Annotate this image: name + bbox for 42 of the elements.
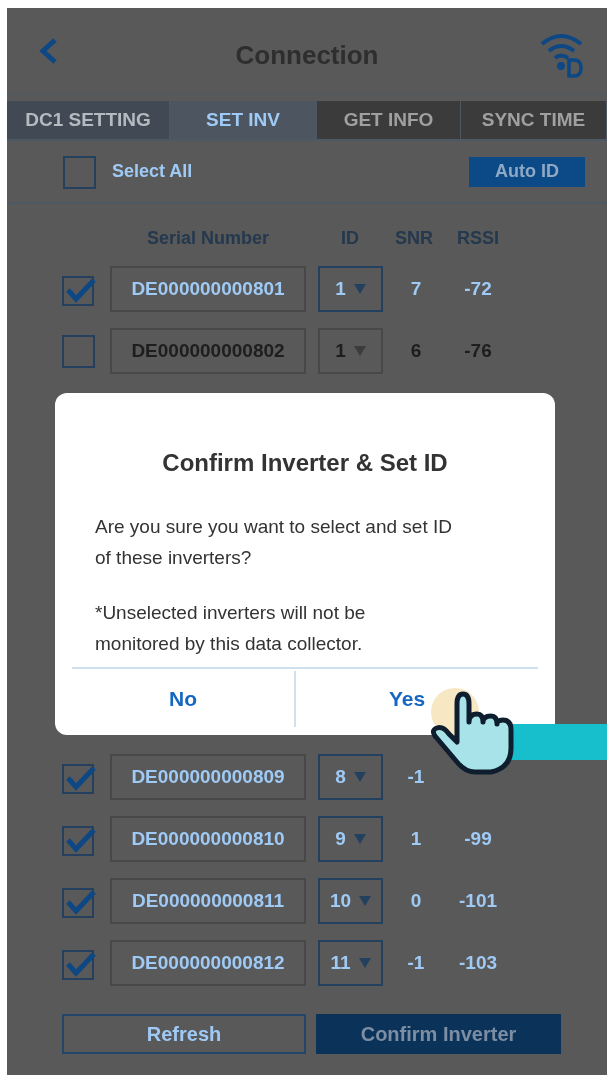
snr-cell-text: 7 xyxy=(409,276,423,301)
serial-field[interactable]: DE000000000802 xyxy=(110,328,306,374)
dialog-note: *Unselected inverters will not be monitored by this data collector. xyxy=(95,601,367,656)
id-dropdown[interactable]: 8 xyxy=(318,754,383,800)
snr-cell-text: 1 xyxy=(409,826,423,851)
rssi-cell-text: -72 xyxy=(463,276,493,301)
snr-cell-text: 0 xyxy=(409,888,423,913)
serial-field[interactable]: DE000000000811 xyxy=(110,878,306,924)
serial-field[interactable]: DE000000000810 xyxy=(110,816,306,862)
caret-icon xyxy=(358,958,371,968)
select-all-label: Select All xyxy=(112,160,193,183)
caret-icon xyxy=(353,346,366,356)
dialog-title: Confirm Inverter & Set ID xyxy=(161,448,449,478)
snr-cell-text: -1 xyxy=(406,764,426,789)
confirm-inverter-button[interactable]: Confirm Inverter xyxy=(316,1014,561,1054)
dialog-message: Are you sure you want to select and set ID of these inverters? xyxy=(95,515,453,570)
snr-cell-text: -1 xyxy=(406,950,426,975)
snr-cell-text: 6 xyxy=(409,338,423,363)
id-dropdown[interactable]: 9 xyxy=(318,816,383,862)
serial-field[interactable]: DE000000000801 xyxy=(110,266,306,312)
serial-field[interactable]: DE000000000812 xyxy=(110,940,306,986)
rssi-cell-text: -101 xyxy=(458,888,498,913)
id-dropdown[interactable]: 11 xyxy=(318,940,383,986)
refresh-button[interactable]: Refresh xyxy=(62,1014,306,1054)
caret-icon xyxy=(353,284,366,294)
checkbox[interactable] xyxy=(63,154,97,189)
yes-button[interactable]: Yes xyxy=(296,669,538,729)
id-dropdown[interactable]: 1 xyxy=(318,328,383,374)
tab[interactable]: SET INV xyxy=(170,101,317,139)
id-dropdown[interactable]: 10 xyxy=(318,878,383,924)
rssi-cell-text: -99 xyxy=(463,826,493,851)
rssi-cell-text: -76 xyxy=(463,338,493,363)
caret-icon xyxy=(359,896,372,906)
checkbox[interactable] xyxy=(62,334,96,368)
serial-field[interactable]: DE000000000809 xyxy=(110,754,306,800)
id-dropdown[interactable]: 1 xyxy=(318,266,383,312)
rssi-cell-text: -103 xyxy=(458,950,498,975)
tab[interactable]: DC1 SETTING xyxy=(7,101,170,139)
caret-icon xyxy=(353,834,366,844)
auto-id-button[interactable]: Auto ID xyxy=(469,156,585,187)
caret-icon xyxy=(353,772,366,782)
no-button[interactable]: No xyxy=(72,671,296,727)
